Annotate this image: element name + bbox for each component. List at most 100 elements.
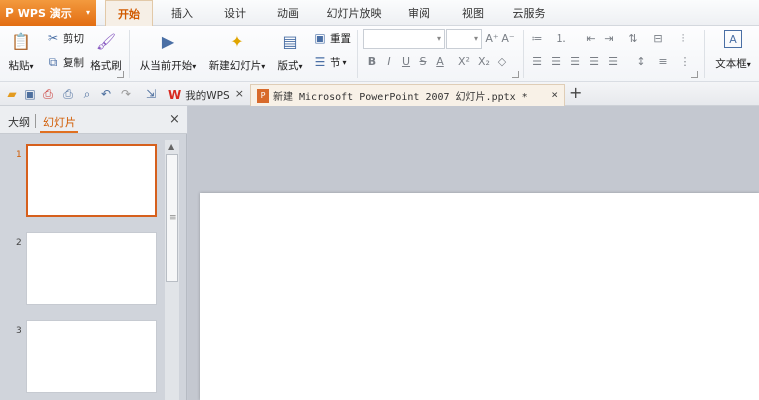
new-tab-button[interactable]: + [569,83,582,102]
scroll-up-icon[interactable]: ▲ [168,142,174,151]
reset-button[interactable]: ▣ 重置 [312,29,351,47]
font-group-launcher-icon[interactable] [512,71,519,78]
font-color-button[interactable]: A [432,53,448,71]
distributed-icon[interactable]: ☰ [605,53,621,71]
copy-button[interactable]: ⧉ 复制 [45,53,84,71]
close-icon[interactable]: × [169,112,180,127]
redo-icon[interactable]: ↷ [118,86,134,102]
customize-toolbar-icon[interactable]: ⇲ [143,86,159,102]
subscript-button[interactable]: X₂ [476,53,492,71]
layout-icon: ▤ [282,31,298,51]
increase-indent-icon[interactable]: ⇥ [601,30,617,48]
tab-slides[interactable]: 幻灯片 [43,114,76,130]
tab-divider [35,114,36,128]
new-slide-button[interactable]: ✦ 新建幻灯片▾ [205,30,269,73]
play-slide-icon: ▶ [161,31,175,51]
clipboard-group-launcher-icon[interactable] [117,71,124,78]
ribbon: 📋 粘贴▾ ✂ 剪切 ⧉ 复制 🖌 格式刷 ▶ 从当前开始▾ ✦ 新建幻灯片▾ … [0,26,759,82]
slide-thumbnail[interactable] [26,144,157,217]
undo-icon[interactable]: ↶ [98,86,114,102]
bold-button[interactable]: B [364,53,380,71]
clear-format-icon[interactable]: ◇ [494,53,510,71]
scissors-icon: ✂ [47,31,59,45]
paste-button[interactable]: 📋 粘贴▾ [6,30,36,73]
bullets-icon[interactable]: ≔ [529,30,545,48]
slide-number: 3 [16,326,22,336]
align-text-icon[interactable]: ⊟ [650,30,666,48]
slide-number: 1 [16,150,22,160]
underline-button[interactable]: U [398,53,414,71]
tab-outline[interactable]: 大纲 [8,114,30,130]
new-slide-icon: ✦ [230,31,244,51]
ribbon-divider [704,30,705,78]
text-box-icon: A [724,30,742,48]
app-menu-button[interactable]: P WPS 演示 ▾ [0,0,96,26]
font-name-select[interactable]: ▾ [363,29,445,49]
ribbon-divider [523,30,524,78]
section-button[interactable]: ☰ 节 ▾ [312,53,347,71]
tab-insert[interactable]: 插入 [163,0,201,26]
superscript-button[interactable]: X² [456,53,472,71]
align-center-icon[interactable]: ☰ [548,53,564,71]
numbering-icon[interactable]: ⒈ [553,30,569,48]
panel-tabs: 大纲 幻灯片 × [0,106,187,134]
print-preview-icon[interactable]: ⌕ [79,86,95,102]
tab-my-wps[interactable]: W 我的WPS × [162,84,250,106]
align-left-icon[interactable]: ☰ [529,53,545,71]
quick-access-bar: ▰ ▣ ⎙ ⎙ ⌕ ↶ ↷ ⇲ W 我的WPS × P 新建 Microsoft… [0,82,759,106]
tab-current-document[interactable]: P 新建 Microsoft PowerPoint 2007 幻灯片.pptx … [250,84,565,106]
tab-animation[interactable]: 动画 [269,0,307,26]
chevron-down-icon: ▾ [342,57,347,67]
italic-button[interactable]: I [381,53,397,71]
shrink-font-button[interactable]: A⁻ [500,30,516,48]
paste-label: 粘贴 [8,60,30,72]
align-right-icon[interactable]: ☰ [567,53,583,71]
text-box-button[interactable]: A 文本框▾ [711,30,755,71]
open-folder-icon[interactable]: ▰ [4,86,20,102]
tab-view[interactable]: 视图 [454,0,492,26]
save-icon[interactable]: ▣ [22,86,38,102]
decrease-indent-icon[interactable]: ⇤ [583,30,599,48]
tab-slideshow[interactable]: 幻灯片放映 [322,0,386,26]
paragraph-group-launcher-icon[interactable] [691,71,698,78]
chevron-down-icon: ▾ [261,62,266,71]
print-icon[interactable]: ⎙ [60,86,76,102]
close-icon[interactable]: × [551,88,558,101]
layout-button[interactable]: ▤ 版式▾ [273,30,307,73]
section-label: 节 [330,56,341,69]
grow-font-button[interactable]: A⁺ [484,30,500,48]
tab-review[interactable]: 审阅 [400,0,438,26]
slide-navigation-panel: 大纲 幻灯片 × 1 2 3 ▲ ≡ [0,106,187,400]
text-box-label: 文本框 [715,58,747,70]
menu-bar: P WPS 演示 ▾ 开始 插入 设计 动画 幻灯片放映 审阅 视图 云服务 [0,0,759,26]
line-spacing-icon[interactable]: ↕ [633,53,649,71]
text-direction-icon[interactable]: ⇅ [625,30,641,48]
current-slide[interactable] [200,193,759,400]
tab-cloud-service[interactable]: 云服务 [504,0,554,26]
slide-thumbnail[interactable] [26,232,157,305]
columns-icon[interactable]: ⫶ [675,30,691,48]
slide-number: 2 [16,238,22,248]
slide-thumbnail[interactable] [26,320,157,393]
chevron-down-icon: ▾ [192,62,197,71]
export-pdf-icon[interactable]: ⎙ [40,86,56,102]
tab-design[interactable]: 设计 [216,0,254,26]
font-size-select[interactable]: ▾ [446,29,482,49]
paragraph-spacing-icon[interactable]: ≡ [655,53,671,71]
smart-art-icon[interactable]: ⋮ [677,53,693,71]
chevron-down-icon: ▾ [436,34,441,43]
close-icon[interactable]: × [235,87,244,100]
justify-icon[interactable]: ☰ [586,53,602,71]
strikethrough-button[interactable]: S [415,53,431,71]
thumbnail-scrollbar[interactable]: ▲ ≡ [165,140,179,400]
format-painter-button[interactable]: 🖌 格式刷 [88,30,124,73]
ribbon-divider [357,30,358,78]
play-from-current-button[interactable]: ▶ 从当前开始▾ [137,30,199,73]
chevron-down-icon: ▾ [85,8,90,17]
cut-button[interactable]: ✂ 剪切 [45,29,84,47]
scrollbar-thumb[interactable]: ≡ [166,154,178,282]
ribbon-divider [129,30,130,78]
tab-home[interactable]: 开始 [105,0,153,26]
tab-current-document-label: 新建 Microsoft PowerPoint 2007 幻灯片.pptx * [273,92,528,103]
reset-label: 重置 [330,32,351,45]
